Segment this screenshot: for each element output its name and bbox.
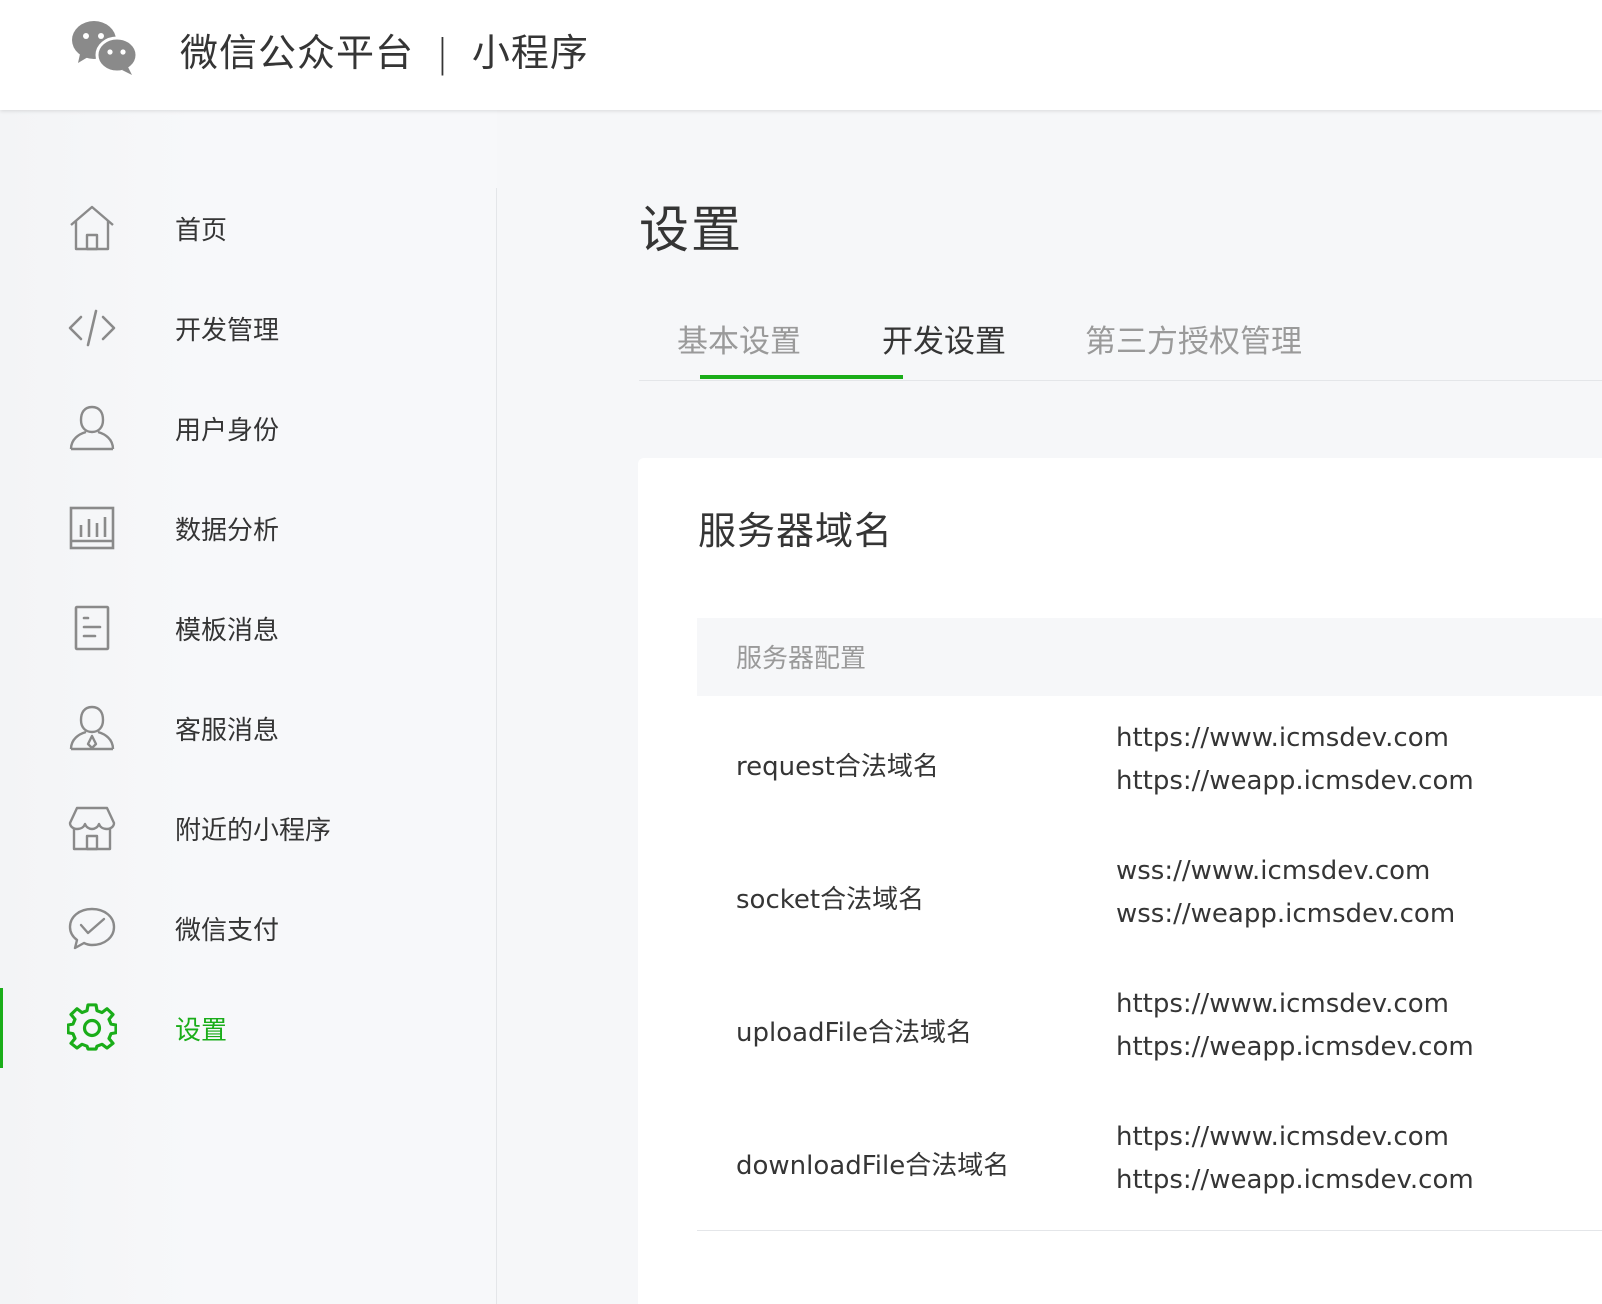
- sidebar-item-home[interactable]: 首页: [0, 178, 497, 278]
- sidebar-item-label: 客服消息: [175, 715, 280, 746]
- wechat-pay-icon: [66, 902, 118, 954]
- top-bar: 微信公众平台 | 小程序: [0, 0, 1602, 110]
- brand-sub-text: 小程序: [471, 31, 589, 75]
- tab-dev-settings[interactable]: 开发设置: [882, 316, 1006, 380]
- domain-value: https://www.icmsdev.com: [1116, 1122, 1449, 1152]
- wechat-logo-icon[interactable]: [70, 18, 140, 78]
- sidebar-item-label: 微信支付: [175, 915, 280, 946]
- user-icon: [66, 402, 118, 454]
- domain-row-upload-file: uploadFile合法域名 https://www.icmsdev.com h…: [697, 962, 1602, 1095]
- domain-value: https://www.icmsdev.com: [1116, 723, 1449, 753]
- card-title: 服务器域名: [698, 509, 894, 553]
- sidebar-item-label: 开发管理: [175, 315, 280, 346]
- domain-value: https://weapp.icmsdev.com: [1116, 766, 1474, 796]
- brand-title[interactable]: 微信公众平台 | 小程序: [180, 22, 589, 77]
- sidebar-item-data-analysis[interactable]: 数据分析: [0, 478, 497, 578]
- main-content: 设置 基本设置 开发设置 第三方授权管理 服务器域名 服务器配置 request…: [497, 110, 1602, 1304]
- section-header-label: 服务器配置: [736, 644, 867, 674]
- tab-bar: 基本设置 开发设置 第三方授权管理: [639, 310, 1602, 381]
- row-label: downloadFile合法域名: [736, 1151, 1010, 1181]
- domain-row-request: request合法域名 https://www.icmsdev.com http…: [697, 696, 1602, 829]
- sidebar-item-customer-service[interactable]: 客服消息: [0, 678, 497, 778]
- code-icon: [66, 302, 118, 354]
- sidebar-item-label: 数据分析: [175, 515, 280, 546]
- sidebar-item-settings[interactable]: 设置: [0, 978, 497, 1078]
- row-label: socket合法域名: [736, 885, 925, 915]
- domain-row-socket: socket合法域名 wss://www.icmsdev.com wss://w…: [697, 829, 1602, 962]
- sidebar-item-label: 首页: [175, 215, 228, 246]
- sidebar-item-user-identity[interactable]: 用户身份: [0, 378, 497, 478]
- sidebar-item-label: 模板消息: [175, 615, 280, 646]
- row-label: request合法域名: [736, 752, 939, 782]
- tab-basic-settings[interactable]: 基本设置: [677, 316, 801, 380]
- sidebar-item-label: 设置: [175, 1015, 228, 1046]
- customer-service-icon: [66, 702, 118, 754]
- home-icon: [66, 202, 118, 254]
- sidebar-item-dev-management[interactable]: 开发管理: [0, 278, 497, 378]
- row-label: uploadFile合法域名: [736, 1018, 973, 1048]
- document-icon: [66, 602, 118, 654]
- sidebar-item-label: 附近的小程序: [175, 815, 332, 846]
- domain-value: https://www.icmsdev.com: [1116, 989, 1449, 1019]
- brand-separator: |: [436, 31, 450, 75]
- sidebar-item-nearby-miniprogram[interactable]: 附近的小程序: [0, 778, 497, 878]
- sidebar-item-template-message[interactable]: 模板消息: [0, 578, 497, 678]
- card-divider: [697, 1230, 1602, 1231]
- domain-value: https://weapp.icmsdev.com: [1116, 1165, 1474, 1195]
- domain-value: wss://weapp.icmsdev.com: [1116, 899, 1456, 929]
- brand-main-text: 微信公众平台: [180, 31, 415, 75]
- section-header: 服务器配置: [697, 618, 1602, 696]
- active-indicator: [0, 988, 3, 1068]
- store-icon: [66, 802, 118, 854]
- page-title: 设置: [639, 201, 743, 259]
- sidebar-item-label: 用户身份: [175, 415, 280, 446]
- domain-value: wss://www.icmsdev.com: [1116, 856, 1431, 886]
- chart-icon: [66, 502, 118, 554]
- sidebar-item-wechat-pay[interactable]: 微信支付: [0, 878, 497, 978]
- gear-icon: [66, 1002, 118, 1054]
- active-tab-underline: [700, 375, 903, 379]
- tab-third-party-auth[interactable]: 第三方授权管理: [1085, 316, 1302, 380]
- domain-value: https://weapp.icmsdev.com: [1116, 1032, 1474, 1062]
- domain-row-download-file: downloadFile合法域名 https://www.icmsdev.com…: [697, 1095, 1602, 1228]
- server-domain-card: 服务器域名 服务器配置 request合法域名 https://www.icms…: [638, 458, 1602, 1304]
